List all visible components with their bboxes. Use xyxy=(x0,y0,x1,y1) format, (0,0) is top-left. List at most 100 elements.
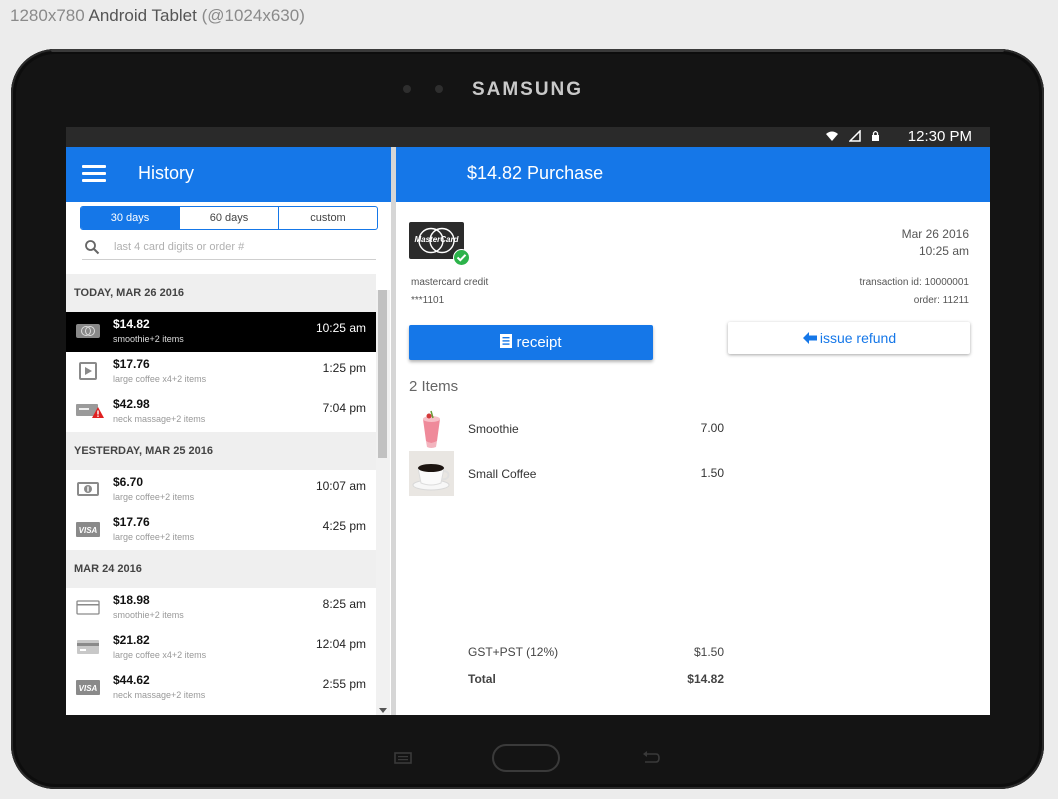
frame-edge xyxy=(51,49,1004,52)
transaction-amount: $17.76 xyxy=(113,515,150,529)
item-name: Smoothie xyxy=(468,422,519,436)
generic-card-icon xyxy=(76,600,100,615)
transaction-row[interactable]: VISA $17.76 large coffee+2 items 4:25 pm xyxy=(66,510,376,550)
transaction-row[interactable]: $42.98 neck massage+2 items 7:04 pm xyxy=(66,392,376,432)
transaction-row[interactable]: $6.70 large coffee+2 items 10:07 am xyxy=(66,470,376,510)
transaction-desc: smoothie+2 items xyxy=(113,334,184,344)
date-range-selector: 30 days 60 days custom xyxy=(80,206,378,230)
transaction-row[interactable]: VISA $44.62 neck massage+2 items 2:55 pm xyxy=(66,668,376,708)
status-clock: 12:30 PM xyxy=(907,128,972,145)
transaction-id: transaction id: 10000001 xyxy=(859,277,969,288)
receipt-button-label: receipt xyxy=(516,334,562,351)
range-custom[interactable]: custom xyxy=(278,207,377,229)
scroll-down-arrow-icon[interactable] xyxy=(379,708,387,713)
search-icon xyxy=(85,240,100,255)
check-icon xyxy=(453,249,470,266)
issue-refund-button[interactable]: issue refund xyxy=(728,322,970,354)
transaction-amount: $44.62 xyxy=(113,673,150,687)
transaction-desc: large coffee+2 items xyxy=(113,532,195,542)
card-warning-icon xyxy=(76,404,104,418)
caption-resolution: 1280x780 xyxy=(10,6,85,25)
brand-logo: SAMSUNG xyxy=(471,79,584,100)
total-label: Total xyxy=(468,672,496,686)
menu-icon[interactable] xyxy=(82,165,106,183)
battery-lock-icon xyxy=(872,130,879,141)
arrow-left-icon xyxy=(802,332,817,344)
total-value: $14.82 xyxy=(687,672,724,686)
transaction-time: 4:25 pm xyxy=(322,519,366,533)
transaction-time: 12:04 pm xyxy=(315,637,366,651)
transaction-row[interactable]: $17.76 large coffee x4+2 items 1:25 pm xyxy=(66,352,376,392)
transaction-time: 10:25 am xyxy=(315,321,366,335)
purchase-title: $14.82 Purchase xyxy=(467,163,604,183)
transaction-amount: $42.98 xyxy=(113,397,150,411)
purchase-app-bar: $14.82 Purchase xyxy=(396,147,990,202)
list-scrollbar[interactable] xyxy=(376,290,390,715)
visa-icon: VISA xyxy=(76,680,100,695)
card-stripe-icon xyxy=(77,640,99,654)
transaction-time: 8:25 am xyxy=(322,597,366,611)
frame-caption: 1280x780 Android Tablet (@1024x630) xyxy=(10,6,305,26)
receipt-button[interactable]: receipt xyxy=(409,325,653,360)
caption-scale: (@1024x630) xyxy=(201,6,305,25)
transaction-amount: $21.82 xyxy=(113,633,150,647)
group-header: TODAY, MAR 26 2016 xyxy=(66,274,376,312)
transaction-time: 7:04 pm xyxy=(322,401,366,415)
mastercard-icon xyxy=(76,324,100,338)
visa-icon: VISA xyxy=(76,522,100,537)
transaction-time: 10:07 am xyxy=(315,479,366,493)
order-number: order: 11211 xyxy=(913,295,969,306)
transaction-amount: $18.98 xyxy=(113,593,150,607)
transaction-desc: smoothie+2 items xyxy=(113,610,184,620)
search-input[interactable] xyxy=(114,237,369,257)
back-icon[interactable] xyxy=(641,750,661,766)
tax-label: GST+PST (12%) xyxy=(468,645,559,659)
svg-text:VISA: VISA xyxy=(79,684,98,693)
history-app-bar: History xyxy=(66,147,391,202)
transaction-row[interactable]: $21.82 large coffee x4+2 items 12:04 pm xyxy=(66,628,376,668)
items-count: 2 Items xyxy=(409,378,459,395)
screen: 12:30 PM History 30 days 60 days custom … xyxy=(66,127,990,715)
transaction-desc: large coffee x4+2 items xyxy=(113,650,207,660)
group-header: YESTERDAY, MAR 25 2016 xyxy=(66,432,376,470)
wifi-icon xyxy=(826,131,838,141)
issue-refund-label: issue refund xyxy=(819,330,897,346)
home-button[interactable] xyxy=(492,744,560,772)
signal-icon xyxy=(849,130,861,142)
svg-text:VISA: VISA xyxy=(79,526,98,535)
transaction-time: 1:25 pm xyxy=(322,361,366,375)
range-30-days[interactable]: 30 days xyxy=(81,207,179,229)
transaction-list: TODAY, MAR 26 2016 $14.82 smoothie+2 ite… xyxy=(66,274,376,715)
smoothie-image xyxy=(409,409,454,454)
tax-value: $1.50 xyxy=(693,645,724,659)
history-title: History xyxy=(138,163,195,183)
coffee-image xyxy=(409,451,454,496)
purchase-date: Mar 26 2016 xyxy=(901,227,969,241)
recent-apps-icon[interactable] xyxy=(394,752,412,764)
transaction-amount: $14.82 xyxy=(113,317,150,331)
item-name: Small Coffee xyxy=(468,467,537,481)
card-number: ***1101 xyxy=(411,295,445,306)
cash-icon xyxy=(77,482,99,496)
receipt-icon xyxy=(500,334,513,348)
transaction-time: 2:55 pm xyxy=(322,677,366,691)
transaction-row[interactable]: $14.82 smoothie+2 items 10:25 am xyxy=(66,312,376,352)
transaction-row[interactable]: $18.98 smoothie+2 items 8:25 am xyxy=(66,588,376,628)
play-card-icon xyxy=(79,362,97,380)
history-pane: History 30 days 60 days custom TODAY, MA… xyxy=(66,147,391,715)
card-type: mastercard credit xyxy=(411,277,489,288)
search-bar xyxy=(82,237,376,260)
transaction-desc: large coffee x4+2 items xyxy=(113,374,207,384)
purchase-detail-pane: $14.82 Purchase MasterCard mastercard cr… xyxy=(396,147,990,715)
group-header: MAR 24 2016 xyxy=(66,550,376,588)
purchase-time: 10:25 am xyxy=(918,244,969,258)
item-price: 7.00 xyxy=(700,421,724,435)
scrollbar-thumb[interactable] xyxy=(378,290,387,458)
transaction-amount: $6.70 xyxy=(113,475,144,489)
status-bar: 12:30 PM xyxy=(66,127,990,147)
item-price: 1.50 xyxy=(700,466,724,480)
range-60-days[interactable]: 60 days xyxy=(179,207,278,229)
transaction-desc: neck massage+2 items xyxy=(113,414,206,424)
mastercard-logo-text: MasterCard xyxy=(414,235,459,244)
purchase-datetime: Mar 26 2016 10:25 am xyxy=(902,226,969,260)
